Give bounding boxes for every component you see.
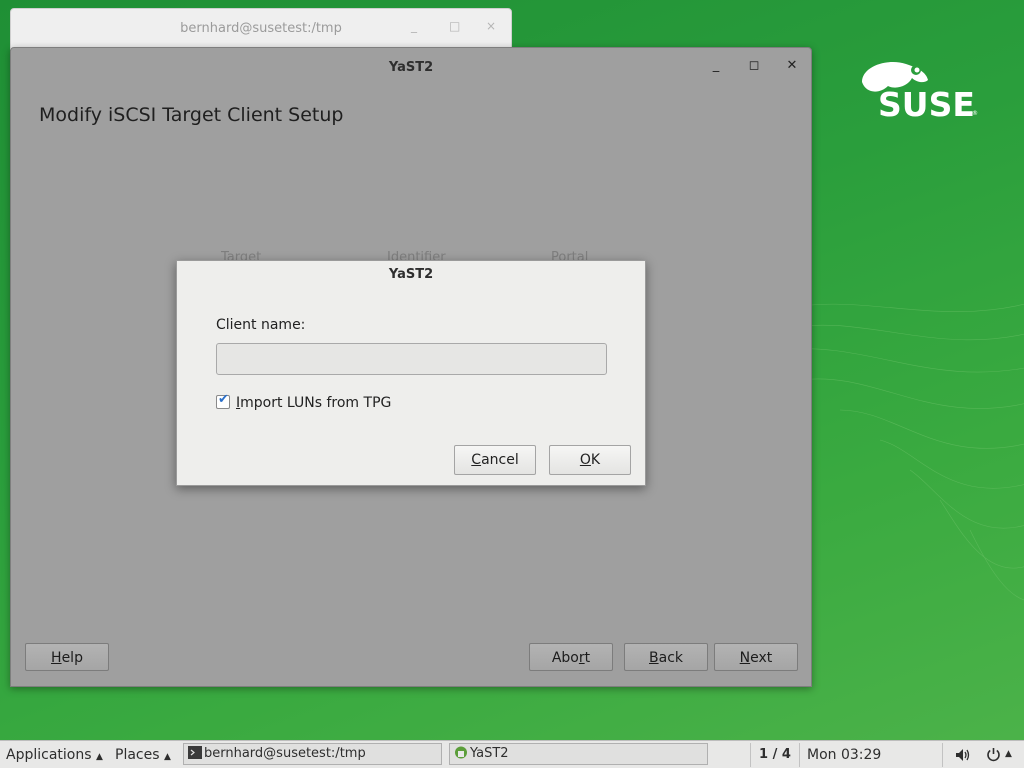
clock[interactable]: Mon 03:29	[807, 747, 881, 763]
background-close-icon[interactable]: ×	[486, 19, 496, 33]
main-window-title: YaST2	[388, 60, 434, 75]
volume-icon[interactable]	[955, 748, 971, 762]
maximize-icon[interactable]: ◻	[746, 58, 762, 74]
taskbar-task-yast[interactable]: YaST2	[449, 743, 708, 765]
svg-text:®: ®	[972, 110, 978, 117]
background-minimize-icon[interactable]: _	[411, 19, 417, 33]
power-icon[interactable]	[986, 747, 1001, 762]
ok-button[interactable]: OK	[549, 445, 631, 475]
svg-text:SUSE: SUSE	[878, 85, 975, 120]
workspace-switcher[interactable]: 1 / 4	[759, 747, 791, 762]
taskbar-separator	[799, 743, 800, 767]
minimize-icon[interactable]: _	[708, 58, 724, 74]
back-button[interactable]: Back	[624, 643, 708, 671]
help-button[interactable]: Help	[25, 643, 109, 671]
client-dialog: YaST2 Client name: ✔ Import LUNs from TP…	[176, 260, 646, 486]
client-name-input[interactable]	[216, 343, 607, 375]
background-maximize-icon[interactable]: □	[449, 19, 460, 33]
close-icon[interactable]: ✕	[784, 58, 800, 74]
suse-logo: SUSE ®	[862, 62, 978, 120]
taskbar: Applications ▲ Places ▲ bernhard@susetes…	[0, 740, 1024, 768]
taskbar-separator	[942, 743, 943, 767]
menu-arrow-icon: ▲	[95, 752, 103, 762]
import-luns-checkbox[interactable]: ✔	[216, 392, 230, 409]
client-name-label: Client name:	[216, 317, 306, 333]
background-wave-decoration	[780, 303, 1024, 601]
menu-arrow-icon: ▲	[163, 752, 171, 762]
background-terminal-window[interactable]: bernhard@susetest:/tmp _ □ ×	[10, 8, 512, 50]
dialog-title: YaST2	[388, 267, 434, 282]
page-title: Modify iSCSI Target Client Setup	[39, 104, 344, 126]
main-titlebar[interactable]: YaST2 _ ◻ ✕	[11, 48, 811, 84]
next-button[interactable]: Next	[714, 643, 798, 671]
import-luns-label[interactable]: Import LUNs from TPG	[236, 395, 391, 411]
cancel-button[interactable]: Cancel	[454, 445, 536, 475]
yast-icon	[455, 746, 467, 759]
places-menu[interactable]: Places ▲	[115, 747, 171, 763]
abort-button[interactable]: Abort	[529, 643, 613, 671]
system-menu-arrow-icon[interactable]: ▲	[1005, 749, 1012, 759]
taskbar-separator	[750, 743, 751, 767]
background-window-title: bernhard@susetest:/tmp	[180, 21, 342, 36]
checkmark-icon: ✔	[218, 392, 229, 407]
applications-menu[interactable]: Applications ▲	[6, 747, 103, 763]
terminal-icon	[188, 746, 202, 759]
taskbar-task-terminal[interactable]: bernhard@susetest:/tmp	[183, 743, 442, 765]
